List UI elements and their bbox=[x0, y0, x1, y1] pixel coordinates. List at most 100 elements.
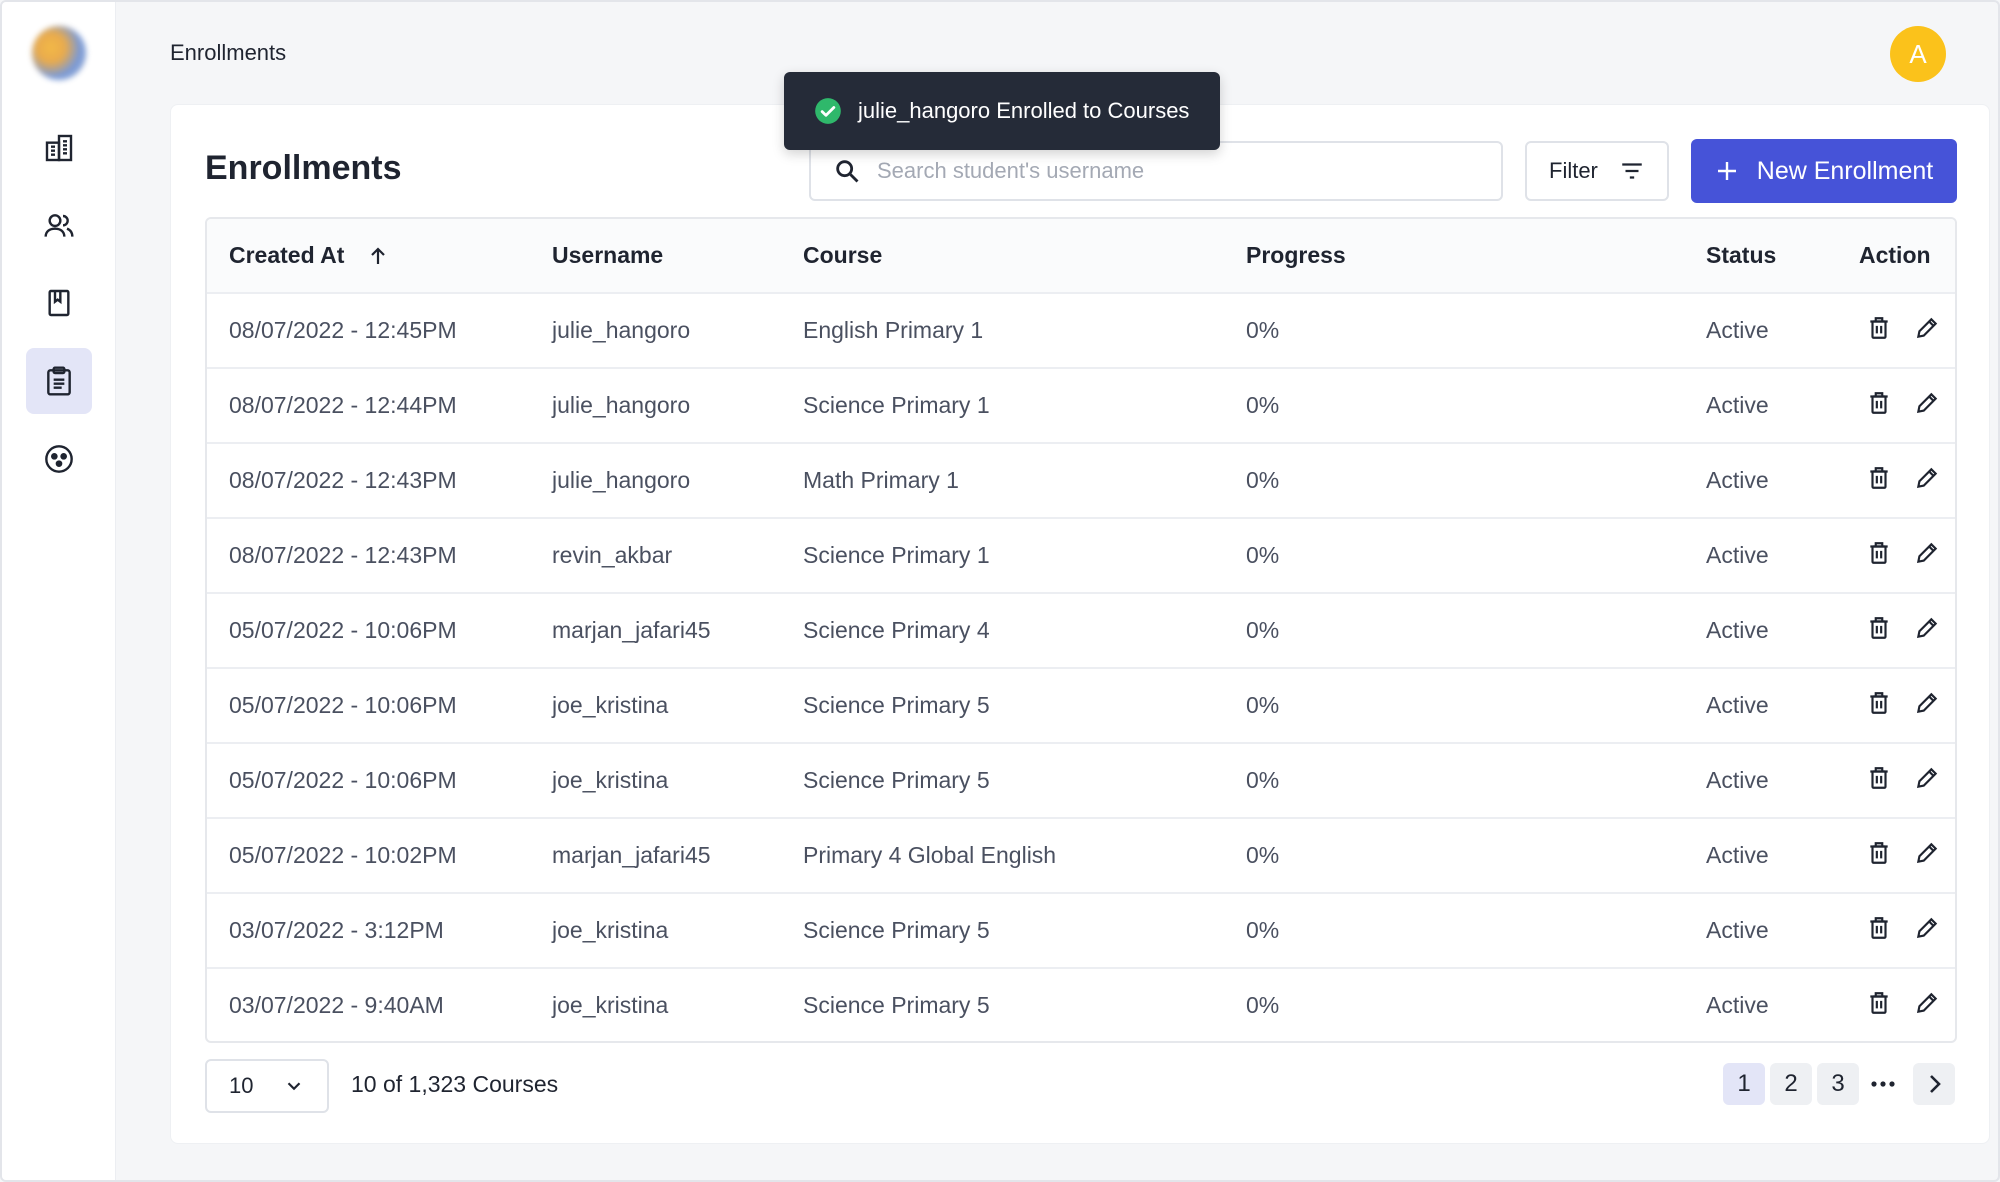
page-button-2[interactable]: 2 bbox=[1770, 1063, 1812, 1105]
results-count: 10 of 1,323 Courses bbox=[351, 1071, 559, 1097]
sort-ascending-icon[interactable] bbox=[366, 244, 390, 268]
table-row[interactable]: 08/07/2022 - 12:43PM revin_akbar Science P… bbox=[207, 519, 1955, 594]
edit-pencil-icon[interactable] bbox=[1914, 690, 1940, 716]
table-row[interactable]: 05/07/2022 - 10:06PM marjan_jafari45 Scien… bbox=[207, 594, 1955, 669]
edit-button[interactable] bbox=[1914, 315, 1940, 347]
delete-button[interactable] bbox=[1866, 315, 1892, 347]
column-header-created-at[interactable]: Created At bbox=[229, 219, 390, 292]
delete-button[interactable] bbox=[1866, 765, 1892, 797]
sidebar-item-courses[interactable] bbox=[26, 270, 92, 336]
column-header-username: Username bbox=[552, 242, 664, 268]
edit-pencil-icon[interactable] bbox=[1914, 390, 1940, 416]
trash-icon[interactable] bbox=[1866, 615, 1892, 641]
cell-actions bbox=[1866, 369, 1940, 442]
trash-icon[interactable] bbox=[1866, 990, 1892, 1016]
cell-status: Active bbox=[1706, 992, 1769, 1018]
cell-status: Active bbox=[1706, 917, 1769, 943]
delete-button[interactable] bbox=[1866, 690, 1892, 722]
edit-button[interactable] bbox=[1914, 615, 1940, 647]
edit-pencil-icon[interactable] bbox=[1914, 615, 1940, 641]
building-icon bbox=[45, 134, 73, 162]
sidebar-item-enrollments[interactable] bbox=[26, 348, 92, 414]
edit-button[interactable] bbox=[1914, 690, 1940, 722]
filter-button[interactable]: Filter bbox=[1525, 141, 1669, 201]
edit-button[interactable] bbox=[1914, 840, 1940, 872]
enrollments-card: Enrollments Filter New Enrollment Create… bbox=[170, 104, 1990, 1144]
cell-created-at: 08/07/2022 - 12:43PM bbox=[229, 467, 457, 493]
table-row[interactable]: 05/07/2022 - 10:02PM marjan_jafari45 Prima… bbox=[207, 819, 1955, 894]
edit-button[interactable] bbox=[1914, 540, 1940, 572]
sidebar bbox=[2, 2, 116, 1180]
cell-course: Science Primary 4 bbox=[803, 617, 990, 643]
cell-username: revin_akbar bbox=[552, 542, 673, 568]
edit-button[interactable] bbox=[1914, 390, 1940, 422]
page-button-3[interactable]: 3 bbox=[1817, 1063, 1859, 1105]
page-button-1[interactable]: 1 bbox=[1723, 1063, 1765, 1105]
column-header-progress: Progress bbox=[1246, 242, 1346, 268]
delete-button[interactable] bbox=[1866, 990, 1892, 1022]
edit-pencil-icon[interactable] bbox=[1914, 915, 1940, 941]
trash-icon[interactable] bbox=[1866, 540, 1892, 566]
avatar[interactable]: A bbox=[1890, 26, 1946, 82]
trash-icon[interactable] bbox=[1866, 390, 1892, 416]
edit-pencil-icon[interactable] bbox=[1914, 315, 1940, 341]
new-enrollment-button[interactable]: New Enrollment bbox=[1691, 139, 1957, 203]
new-enrollment-label: New Enrollment bbox=[1756, 156, 1934, 185]
cell-actions bbox=[1866, 819, 1940, 892]
cell-username: joe_kristina bbox=[552, 992, 669, 1018]
trash-icon[interactable] bbox=[1866, 315, 1892, 341]
cell-created-at: 08/07/2022 - 12:43PM bbox=[229, 542, 457, 568]
rows-per-page-select[interactable]: 10 bbox=[205, 1059, 329, 1113]
sidebar-item-buildings[interactable] bbox=[26, 115, 92, 181]
trash-icon[interactable] bbox=[1866, 915, 1892, 941]
cell-course: Science Primary 5 bbox=[803, 767, 990, 793]
delete-button[interactable] bbox=[1866, 840, 1892, 872]
trash-icon[interactable] bbox=[1866, 465, 1892, 491]
cell-actions bbox=[1866, 519, 1940, 592]
search-box[interactable] bbox=[809, 141, 1503, 201]
cell-course: Science Primary 1 bbox=[803, 542, 990, 568]
table-row[interactable]: 05/07/2022 - 10:06PM joe_kristina Science … bbox=[207, 744, 1955, 819]
trash-icon[interactable] bbox=[1866, 840, 1892, 866]
cell-created-at: 03/07/2022 - 9:40AM bbox=[229, 992, 444, 1018]
sidebar-item-groups[interactable] bbox=[26, 426, 92, 492]
delete-button[interactable] bbox=[1866, 465, 1892, 497]
cell-created-at: 03/07/2022 - 3:12PM bbox=[229, 917, 444, 943]
cell-username: joe_kristina bbox=[552, 767, 669, 793]
sidebar-item-users[interactable] bbox=[26, 193, 92, 259]
delete-button[interactable] bbox=[1866, 540, 1892, 572]
delete-button[interactable] bbox=[1866, 615, 1892, 647]
edit-pencil-icon[interactable] bbox=[1914, 540, 1940, 566]
edit-button[interactable] bbox=[1914, 915, 1940, 947]
table-row[interactable]: 08/07/2022 - 12:45PM julie_hangoro English… bbox=[207, 294, 1955, 369]
cell-actions bbox=[1866, 444, 1940, 517]
search-input[interactable] bbox=[877, 158, 1477, 184]
table-row[interactable]: 03/07/2022 - 9:40AM joe_kristina Science P… bbox=[207, 969, 1955, 1041]
delete-button[interactable] bbox=[1866, 390, 1892, 422]
cell-progress: 0% bbox=[1246, 542, 1280, 568]
cell-progress: 0% bbox=[1246, 917, 1280, 943]
filter-icon bbox=[1622, 163, 1642, 179]
edit-pencil-icon[interactable] bbox=[1914, 840, 1940, 866]
table-row[interactable]: 03/07/2022 - 3:12PM joe_kristina Science P… bbox=[207, 894, 1955, 969]
trash-icon[interactable] bbox=[1866, 690, 1892, 716]
table-row[interactable]: 08/07/2022 - 12:44PM julie_hangoro Science… bbox=[207, 369, 1955, 444]
table-row[interactable]: 05/07/2022 - 10:06PM joe_kristina Science … bbox=[207, 669, 1955, 744]
cell-actions bbox=[1866, 894, 1940, 967]
cell-course: Science Primary 5 bbox=[803, 917, 990, 943]
delete-button[interactable] bbox=[1866, 915, 1892, 947]
cell-username: julie_hangoro bbox=[552, 392, 691, 418]
cell-status: Active bbox=[1706, 767, 1769, 793]
edit-pencil-icon[interactable] bbox=[1914, 765, 1940, 791]
cell-created-at: 05/07/2022 - 10:06PM bbox=[229, 767, 457, 793]
table-row[interactable]: 08/07/2022 - 12:43PM julie_hangoro Math Pr… bbox=[207, 444, 1955, 519]
edit-pencil-icon[interactable] bbox=[1914, 990, 1940, 1016]
trash-icon[interactable] bbox=[1866, 765, 1892, 791]
users-icon bbox=[44, 214, 74, 237]
app-logo[interactable] bbox=[32, 26, 86, 80]
edit-button[interactable] bbox=[1914, 990, 1940, 1022]
edit-button[interactable] bbox=[1914, 765, 1940, 797]
edit-button[interactable] bbox=[1914, 465, 1940, 497]
next-page-button[interactable] bbox=[1913, 1063, 1955, 1105]
edit-pencil-icon[interactable] bbox=[1914, 465, 1940, 491]
